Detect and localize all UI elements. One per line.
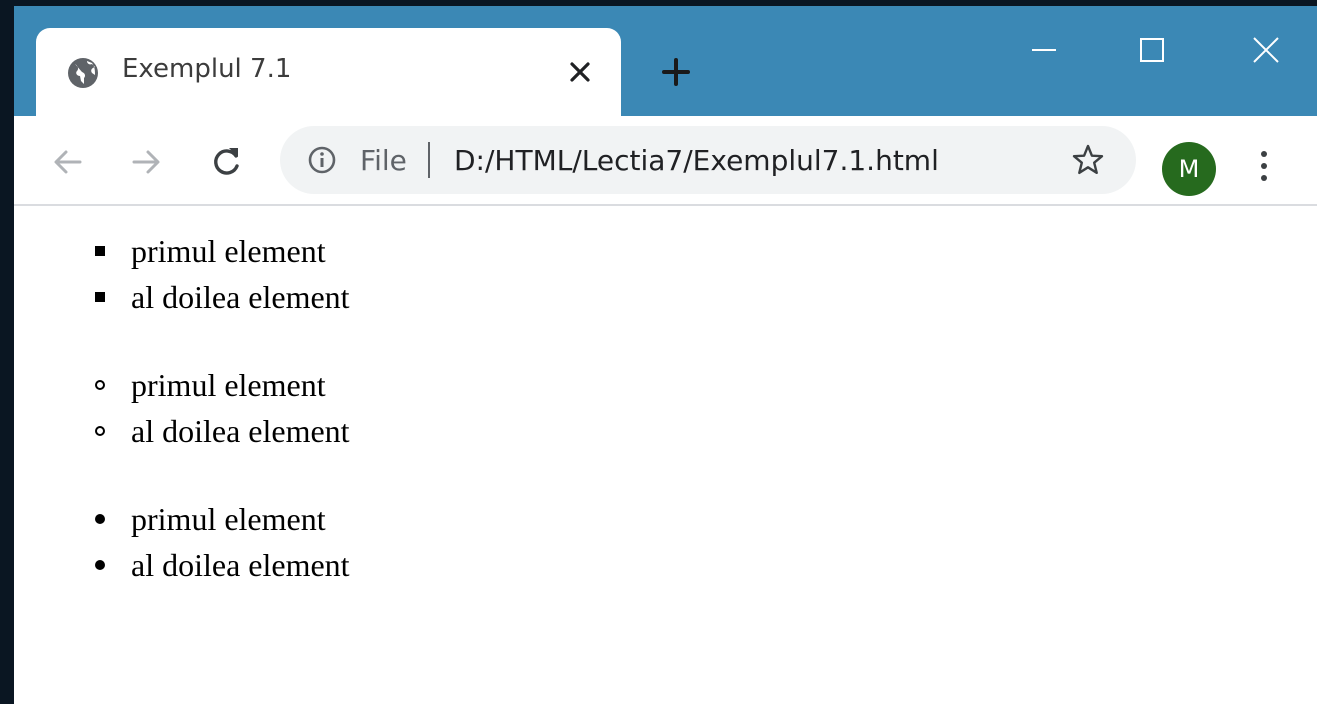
list-item-text: primul element xyxy=(131,233,326,269)
disc-bullet-icon xyxy=(95,560,105,570)
reload-icon[interactable] xyxy=(206,142,246,182)
close-tab-icon[interactable] xyxy=(566,58,594,86)
square-list: primul element al doilea element xyxy=(95,228,350,320)
list-item-text: primul element xyxy=(131,501,326,537)
list-item: primul element xyxy=(95,228,350,274)
back-icon[interactable] xyxy=(48,142,88,182)
minimize-icon[interactable] xyxy=(1024,30,1064,70)
tab-title: Exemplul 7.1 xyxy=(122,54,292,84)
circle-list: primul element al doilea element xyxy=(95,362,350,454)
circle-bullet-icon xyxy=(95,380,105,390)
address-bar[interactable]: File D:/HTML/Lectia7/Exemplul7.1.html xyxy=(280,126,1136,194)
list-item: al doilea element xyxy=(95,408,350,454)
list-item: al doilea element xyxy=(95,274,350,320)
tab-exemplul[interactable]: Exemplul 7.1 xyxy=(36,28,621,118)
square-bullet-icon xyxy=(95,292,105,302)
list-item-text: al doilea element xyxy=(131,413,350,449)
page-content: primul element al doilea element primul … xyxy=(14,206,1317,704)
browser-toolbar: File D:/HTML/Lectia7/Exemplul7.1.html M xyxy=(14,116,1317,206)
profile-avatar[interactable]: M xyxy=(1162,142,1216,196)
list-item: al doilea element xyxy=(95,542,350,588)
maximize-icon[interactable] xyxy=(1132,30,1172,70)
close-window-icon[interactable] xyxy=(1246,30,1286,70)
list-item-text: al doilea element xyxy=(131,279,350,315)
circle-bullet-icon xyxy=(95,426,105,436)
title-bar: Exemplul 7.1 xyxy=(14,6,1317,118)
disc-bullet-icon xyxy=(95,514,105,524)
more-menu-icon[interactable] xyxy=(1254,146,1274,186)
list-item: primul element xyxy=(95,362,350,408)
square-bullet-icon xyxy=(95,246,105,256)
bookmark-star-icon[interactable] xyxy=(1070,142,1106,178)
list-item: primul element xyxy=(95,496,350,542)
list-item-text: al doilea element xyxy=(131,547,350,583)
disc-list: primul element al doilea element xyxy=(95,496,350,588)
url-text[interactable]: D:/HTML/Lectia7/Exemplul7.1.html xyxy=(454,144,939,177)
forward-icon[interactable] xyxy=(126,142,166,182)
address-separator xyxy=(428,142,430,178)
new-tab-icon[interactable] xyxy=(660,56,692,88)
globe-icon xyxy=(68,58,98,88)
scheme-label: File xyxy=(360,144,407,177)
info-icon[interactable] xyxy=(306,144,338,176)
browser-window: Exemplul 7.1 File D:/HTML/Lectia7/Exempl… xyxy=(14,6,1317,704)
list-item-text: primul element xyxy=(131,367,326,403)
